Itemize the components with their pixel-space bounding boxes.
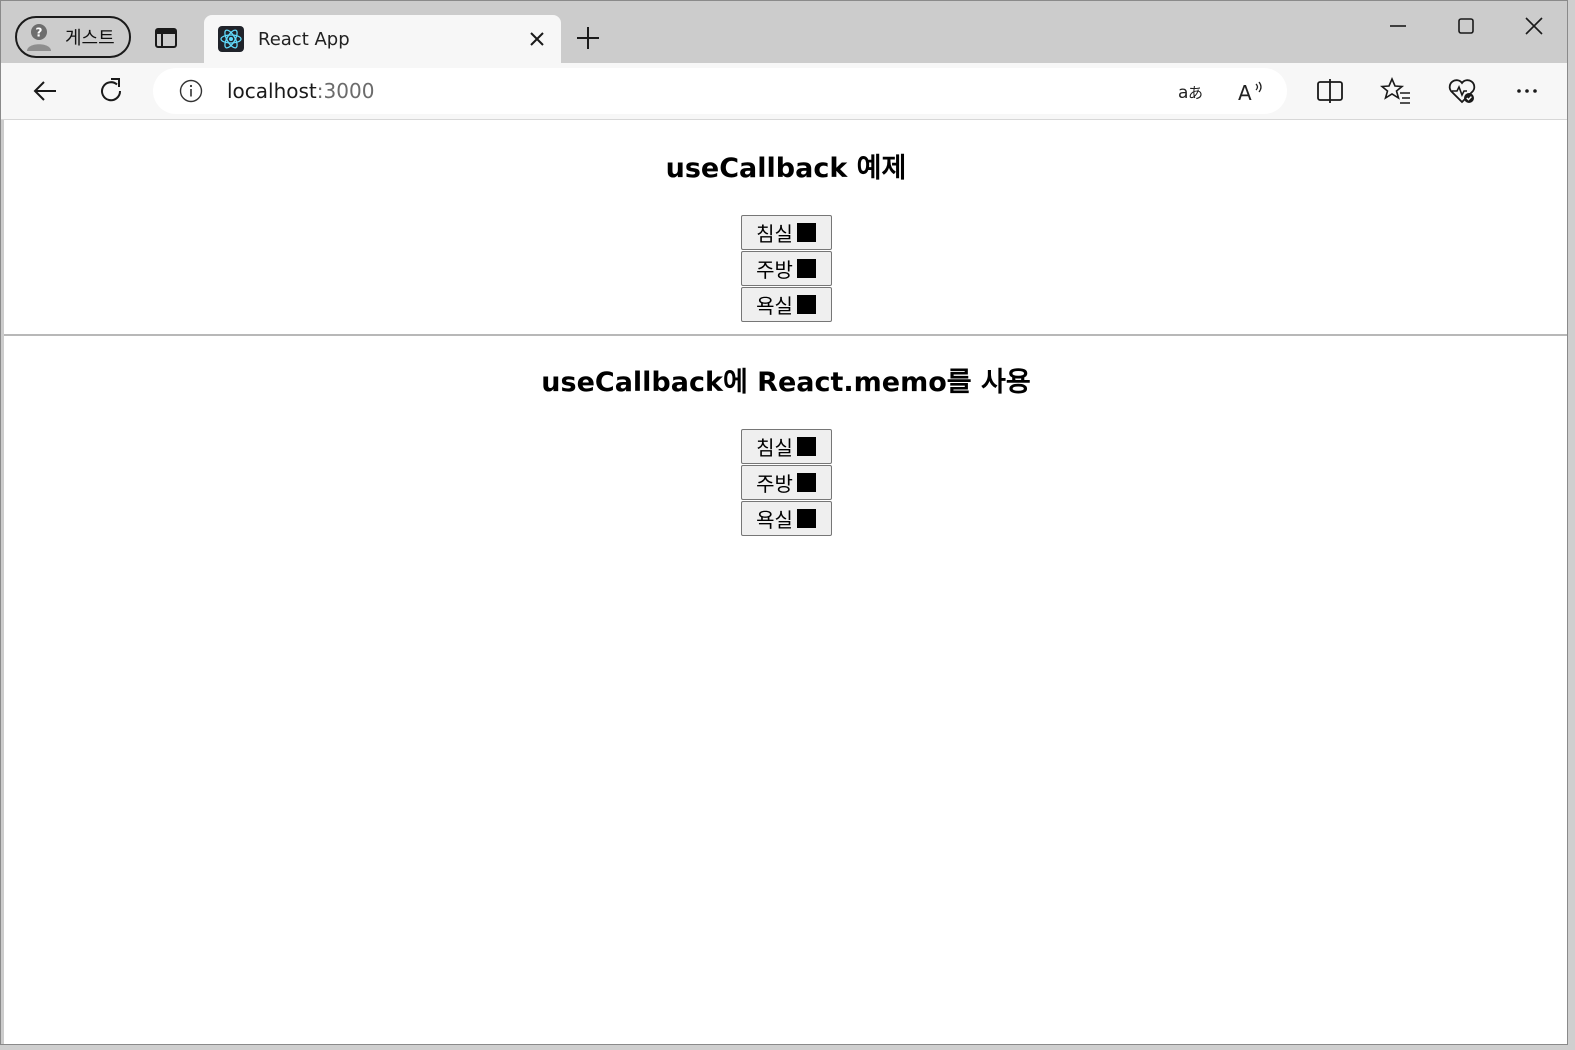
room-button-label: 욕실 <box>756 294 793 318</box>
room-button-label: 주방 <box>756 472 793 496</box>
back-arrow-icon[interactable] <box>29 75 61 107</box>
light-state-swatch <box>796 509 816 528</box>
refresh-icon[interactable] <box>95 75 127 107</box>
light-state-swatch <box>796 437 816 456</box>
room-button-label: 욕실 <box>756 508 793 532</box>
maximize-icon[interactable] <box>1452 13 1480 41</box>
tab-strip: ? 게스트 React App <box>1 1 1567 63</box>
browser-essentials-icon[interactable] <box>1446 75 1478 107</box>
browser-window: ? 게스트 React App localhost:3000 a あ A use… <box>0 0 1568 1045</box>
light-state-swatch <box>796 473 816 492</box>
url-text[interactable]: localhost:3000 <box>227 79 374 103</box>
url-host: localhost <box>227 79 317 103</box>
svg-text:a: a <box>1178 83 1188 103</box>
read-aloud-icon[interactable]: A <box>1237 79 1265 105</box>
tab-react-app[interactable]: React App <box>204 15 561 63</box>
room-button-bathroom[interactable]: 욕실 <box>740 287 832 322</box>
svg-text:A: A <box>1238 81 1252 105</box>
room-button-kitchen[interactable]: 주방 <box>740 465 832 500</box>
url-port: :3000 <box>316 79 375 103</box>
room-button-list: 침실 주방 욕실 <box>4 215 1567 323</box>
browser-toolbar: localhost:3000 a あ A <box>1 63 1567 120</box>
translate-icon[interactable]: a あ <box>1177 79 1205 105</box>
room-button-label: 침실 <box>756 436 793 460</box>
guest-avatar-icon: ? <box>25 23 53 51</box>
section-usecallback: useCallback 예제 침실 주방 욕실 <box>4 120 1567 323</box>
minimize-icon[interactable] <box>1384 13 1412 41</box>
light-state-swatch <box>796 259 816 278</box>
profile-label: 게스트 <box>65 28 115 49</box>
section-heading: useCallback에 React.memo를 사용 <box>541 367 1031 398</box>
room-button-bedroom[interactable]: 침실 <box>740 429 832 464</box>
split-screen-icon[interactable] <box>1314 75 1346 107</box>
new-tab-icon[interactable] <box>575 25 601 51</box>
profile-button[interactable]: ? 게스트 <box>15 16 131 58</box>
more-options-icon[interactable] <box>1511 75 1543 107</box>
room-button-label: 침실 <box>756 222 793 246</box>
room-button-list: 침실 주방 욕실 <box>4 429 1567 537</box>
section-usecallback-memo: useCallback에 React.memo를 사용 침실 주방 욕실 <box>4 336 1567 537</box>
svg-text:あ: あ <box>1188 84 1203 102</box>
site-info-icon[interactable] <box>179 79 203 103</box>
tab-title: React App <box>258 28 350 50</box>
svg-text:?: ? <box>36 26 43 40</box>
close-tab-icon[interactable] <box>527 29 547 49</box>
tab-actions-icon[interactable] <box>151 23 181 53</box>
light-state-swatch <box>796 295 816 314</box>
favorites-icon[interactable] <box>1379 75 1412 107</box>
room-button-bathroom[interactable]: 욕실 <box>740 501 832 536</box>
close-window-icon[interactable] <box>1520 13 1548 41</box>
room-button-bedroom[interactable]: 침실 <box>740 215 832 250</box>
react-logo-icon <box>218 26 244 52</box>
address-bar[interactable]: localhost:3000 a あ A <box>153 68 1287 114</box>
light-state-swatch <box>796 223 816 242</box>
section-heading: useCallback 예제 <box>665 153 907 184</box>
room-button-kitchen[interactable]: 주방 <box>740 251 832 286</box>
room-button-label: 주방 <box>756 258 793 282</box>
page-content: useCallback 예제 침실 주방 욕실 useCallback에 Rea… <box>4 120 1567 1044</box>
